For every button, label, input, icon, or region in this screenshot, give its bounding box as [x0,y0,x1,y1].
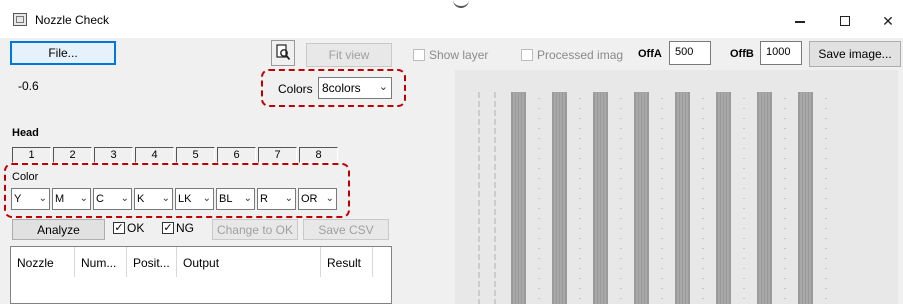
app-icon [13,13,27,26]
head-button-3[interactable]: 3 [94,147,133,163]
offb-label: OffB [730,48,754,60]
show-layer-label: Show layer [429,48,489,62]
maximize-button[interactable] [830,10,860,32]
close-icon: ✕ [882,12,894,29]
file-button[interactable]: File... [10,41,116,65]
processed-image-label: Processed imag [537,48,624,62]
color-row-highlight-box [4,163,350,218]
nozzle-image-preview[interactable] [455,70,898,304]
head-label: Head [12,127,39,139]
view-toggle-button[interactable] [271,40,295,66]
column-header-output[interactable]: Output [177,247,321,277]
save-image-button[interactable]: Save image... [809,41,901,67]
processed-image-checkbox[interactable] [521,49,533,61]
change-to-ok-button[interactable]: Change to OK [212,219,298,240]
results-table[interactable]: Nozzle Num... Posit... Output Result [10,246,392,304]
ng-checkbox[interactable]: ✓ [162,222,174,234]
drag-handle-icon [453,0,469,8]
head-button-2[interactable]: 2 [53,147,92,163]
title-bar: Nozzle Check ✕ [0,0,903,38]
head-button-5[interactable]: 5 [176,147,215,163]
head-button-7[interactable]: 7 [258,147,297,163]
column-header-nozzle[interactable]: Nozzle [11,247,75,277]
checkmark-icon: ✓ [114,222,124,234]
offa-label: OffA [638,48,662,60]
minimize-button[interactable] [785,10,815,32]
head-button-1[interactable]: 1 [12,147,51,163]
analyze-button[interactable]: Analyze [12,219,105,240]
colors-highlight-box [261,69,406,107]
nozzle-pattern-image [455,70,898,304]
maximize-icon [840,16,850,26]
ok-checkbox[interactable]: ✓ [113,222,125,234]
window-title: Nozzle Check [35,13,110,27]
checkmark-icon: ✓ [163,222,173,234]
close-button[interactable]: ✕ [873,10,903,32]
column-header-number[interactable]: Num... [75,247,127,277]
save-csv-button[interactable]: Save CSV [303,219,389,240]
head-button-4[interactable]: 4 [135,147,174,163]
offb-input[interactable]: 1000 [760,41,802,65]
column-header-result[interactable]: Result [321,247,373,277]
column-header-position[interactable]: Posit... [127,247,177,277]
value-readout: -0.6 [18,79,39,93]
ng-label: NG [176,221,194,235]
magnifier-view-icon [276,44,291,61]
fit-view-button[interactable]: Fit view [306,43,392,67]
minimize-icon [795,21,805,23]
offa-input[interactable]: 500 [669,41,711,65]
show-layer-checkbox[interactable] [413,49,425,61]
head-button-8[interactable]: 8 [299,147,338,163]
ok-label: OK [127,221,145,235]
head-button-6[interactable]: 6 [217,147,256,163]
